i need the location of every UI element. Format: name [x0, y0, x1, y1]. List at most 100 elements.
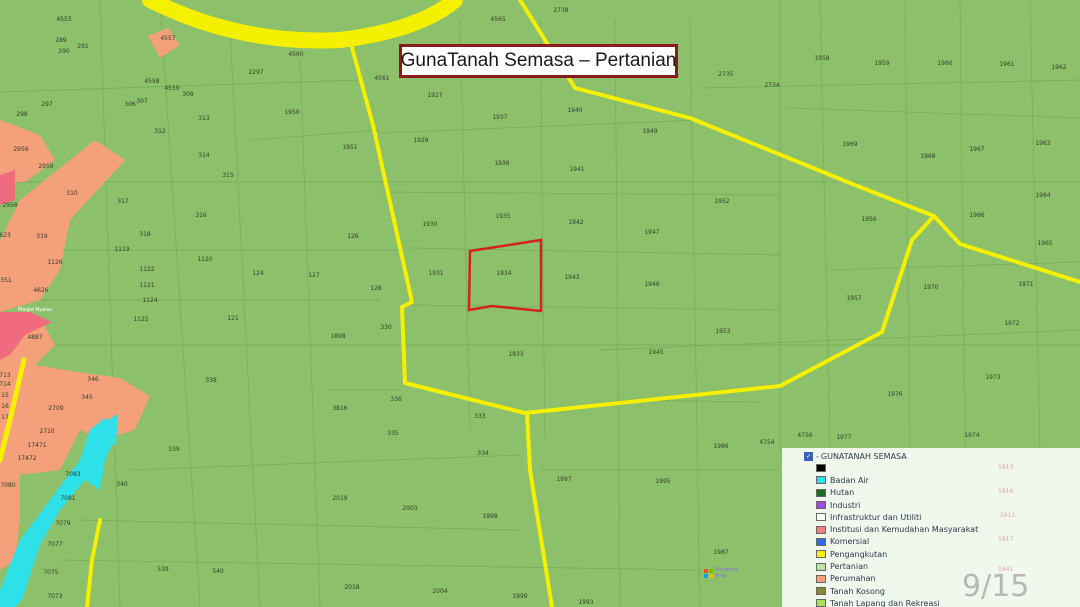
legend-items: Badan Air Hutan Industri Infrastruktur dan …	[804, 462, 1080, 607]
lot-label: 297	[41, 101, 53, 108]
lot-label: 340	[116, 481, 128, 488]
lot-label: 1968	[920, 153, 935, 160]
lot-label: 2959	[38, 163, 53, 170]
legend-item-label: Pengangkutan	[830, 549, 888, 559]
legend-swatch	[816, 537, 826, 546]
map-title: GunaTanah Semasa – Pertanian	[399, 44, 678, 78]
legend-swatch	[816, 550, 826, 559]
lot-label: 314	[198, 152, 210, 159]
lot-label: 1962	[1051, 64, 1066, 71]
lot-label: 317	[117, 198, 129, 205]
lot-label: 1942	[568, 219, 583, 226]
collapse-icon[interactable]: -	[816, 452, 819, 461]
lot-label: 1930	[422, 221, 437, 228]
legend-item-label: Infrastruktur dan Utiliti	[830, 512, 922, 522]
lot-label: 1987	[713, 549, 728, 556]
lot-label: 1950	[284, 109, 299, 116]
lot-label: 1957	[846, 295, 861, 302]
lot-label: 336	[390, 396, 402, 403]
lot-label: 307	[136, 98, 148, 105]
lot-label: 7073	[47, 593, 62, 600]
legend-swatch	[816, 501, 826, 510]
lot-label: 1119	[114, 246, 129, 253]
lot-label: 330	[380, 324, 392, 331]
lot-label: 1943	[564, 274, 579, 281]
lot-label: 1931	[428, 270, 443, 277]
lot-label: 4558	[144, 78, 159, 85]
legend-item-label: Institusi dan Kemudahan Masyarakat	[830, 525, 979, 535]
legend-item-label: Tanah Lapang dan Rekreasi	[830, 598, 940, 607]
legend-item-label: Industri	[830, 500, 861, 510]
lot-label: 4561	[374, 75, 389, 82]
legend-layer-header[interactable]: ✓ - GUNATANAH SEMASA	[804, 450, 1080, 462]
lot-label: 1960	[937, 60, 952, 67]
lot-label: 7079	[55, 520, 70, 527]
lot-label: 1997	[556, 476, 571, 483]
lot-label: 2738	[553, 7, 568, 14]
lot-label: 298	[16, 111, 28, 118]
lot-label: 7081	[60, 495, 75, 502]
lot-label: 1974	[964, 432, 979, 439]
lot-label: 4565	[490, 16, 505, 23]
lot-label: 1967	[969, 146, 984, 153]
lot-label: 1965	[1037, 240, 1052, 247]
lot-label: 16	[1, 403, 9, 410]
lot-label: 1120	[197, 256, 212, 263]
place-label-masjid: Masjid Nyalas	[18, 307, 53, 313]
layer-checkbox-icon[interactable]: ✓	[804, 451, 813, 461]
lot-label: 306	[124, 101, 136, 108]
lot-label: 1959	[874, 60, 889, 67]
legend-faint-label: 1613	[998, 464, 1014, 471]
lot-label: 124	[252, 270, 264, 277]
lot-label: 1993	[578, 599, 593, 606]
lot-label: 1121	[139, 282, 154, 289]
lot-label: 1947	[644, 229, 659, 236]
lot-label: 2003	[402, 505, 417, 512]
legend-swatch	[816, 599, 826, 607]
lot-label: 339	[168, 446, 180, 453]
lot-label: 539	[157, 566, 169, 573]
lot-label: 7080	[0, 482, 15, 489]
lot-label: 1124	[142, 297, 157, 304]
lot-label: 333	[474, 413, 486, 420]
legend-item-label: Tanah Kosong	[830, 586, 886, 596]
lot-label: 4887	[27, 334, 42, 341]
legend-swatch	[816, 464, 826, 473]
lot-label: 309	[182, 91, 194, 98]
lot-label: 345	[81, 394, 93, 401]
lot-label: 1935	[495, 213, 510, 220]
lot-label: 316	[195, 212, 207, 219]
lot-label: 318	[139, 231, 151, 238]
lot-label: 713	[0, 372, 11, 379]
legend-item-label: Hutan	[830, 488, 855, 498]
page-counter: 9/15	[962, 569, 1030, 604]
lot-label: 1952	[714, 198, 729, 205]
lot-label: 2019	[332, 495, 347, 502]
lot-label: 540	[212, 568, 224, 575]
legend-faint-label: 1617	[998, 536, 1014, 543]
legend-item: Komersial	[804, 536, 1080, 548]
legend-item: Perumahan	[804, 573, 1080, 585]
lot-label: 2004	[432, 588, 447, 595]
lot-label: 1941	[569, 166, 584, 173]
lot-label: 1946	[644, 281, 659, 288]
legend-layer-name: GUNATANAH SEMASA	[820, 451, 907, 461]
lot-label: 313	[198, 115, 210, 122]
lot-label: 334	[477, 450, 489, 457]
lot-label: 7075	[43, 569, 58, 576]
lot-label: 2709	[48, 405, 63, 412]
lot-label: 1951	[342, 144, 357, 151]
lot-label: 1949	[642, 128, 657, 135]
legend-item	[804, 462, 1080, 474]
lot-label: 1953	[715, 328, 730, 335]
lot-label: 1972	[1004, 320, 1019, 327]
lot-label: 1956	[861, 216, 876, 223]
legend-item: Industri	[804, 499, 1080, 511]
lot-label: 3816	[332, 405, 347, 412]
lot-label: 2735	[718, 71, 733, 78]
lot-label: 15	[1, 392, 9, 399]
lot-label: 17471	[27, 442, 46, 449]
lot-label: 128	[370, 285, 382, 292]
lot-label: 4756	[797, 432, 812, 439]
lot-label: 4754	[759, 439, 774, 446]
